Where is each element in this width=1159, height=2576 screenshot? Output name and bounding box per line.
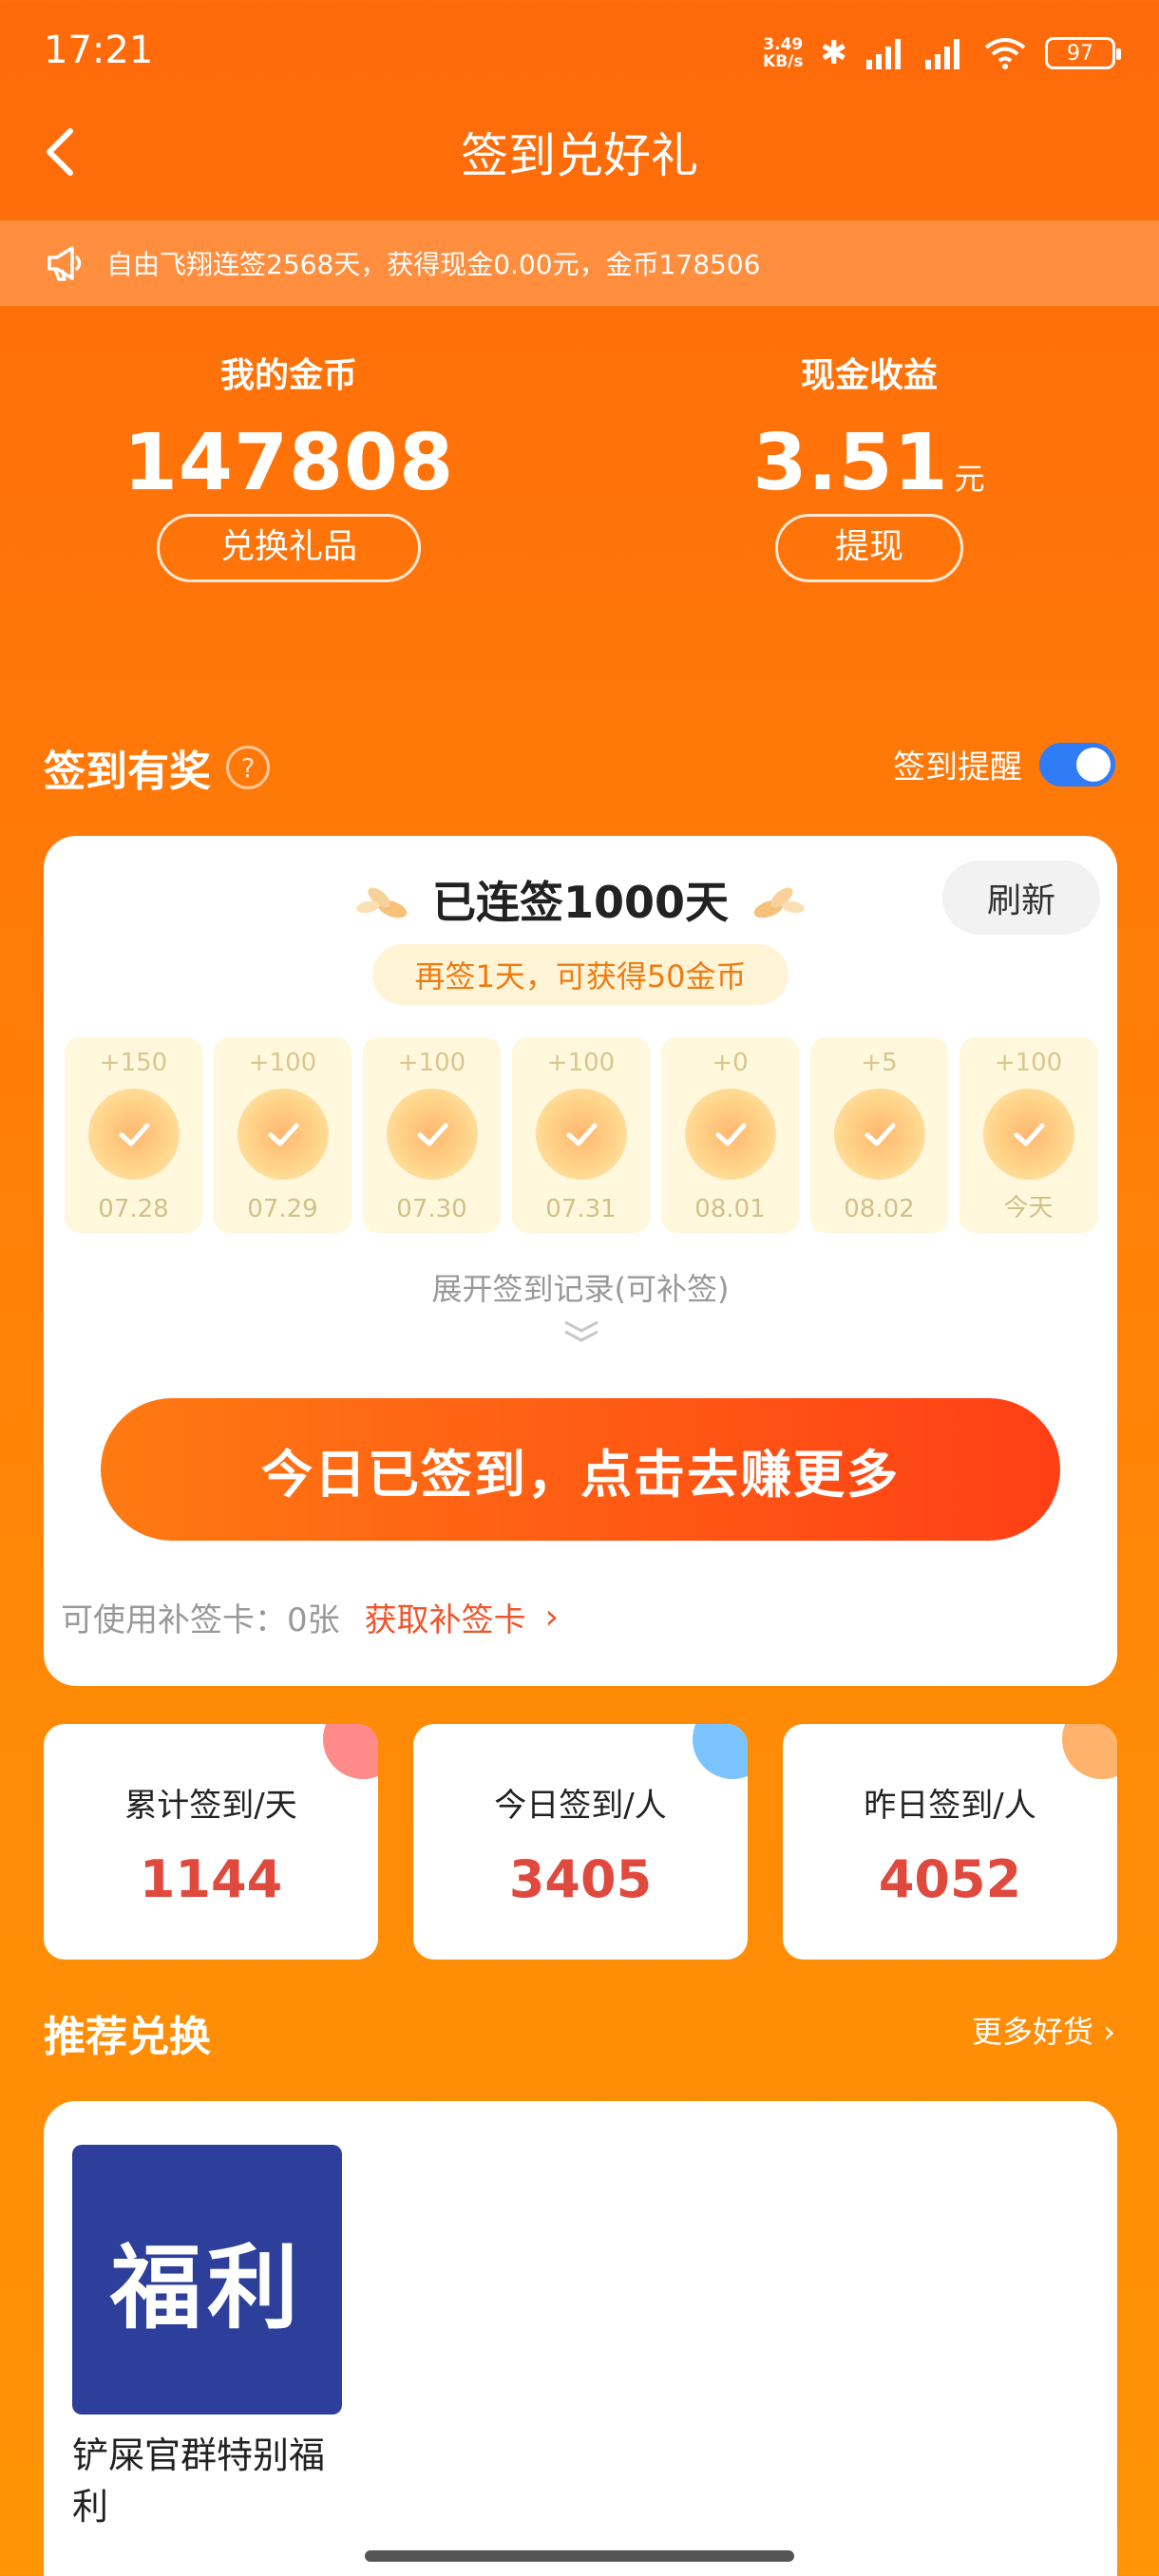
stat-label: 昨日签到/人 bbox=[864, 1787, 1036, 1825]
reminder-label: 签到提醒 bbox=[893, 748, 1022, 786]
battery-icon: 97 bbox=[1045, 37, 1121, 69]
laurel-right-icon bbox=[753, 887, 805, 919]
reminder-toggle[interactable] bbox=[1039, 742, 1115, 786]
day-date: 今天 bbox=[1003, 1194, 1054, 1222]
day-date: 07.28 bbox=[98, 1195, 169, 1223]
cash-value-row: 3.51 元 bbox=[632, 418, 1107, 508]
net-speed: 3.49 KB/s bbox=[763, 36, 803, 70]
corner-decoration bbox=[693, 1724, 748, 1779]
streak-text: 已连签1000天 bbox=[431, 877, 730, 928]
day-date: 07.29 bbox=[247, 1195, 318, 1223]
net-speed-value: 3.49 bbox=[763, 35, 804, 54]
stat-value: 3405 bbox=[508, 1849, 653, 1909]
check-coin-icon bbox=[387, 1089, 478, 1180]
day-date: 08.02 bbox=[844, 1195, 915, 1223]
cash-value: 3.51 bbox=[752, 418, 949, 508]
day-date: 08.01 bbox=[694, 1195, 766, 1223]
corner-decoration bbox=[323, 1724, 378, 1779]
earn-more-button[interactable]: 今日已签到，点击去赚更多 bbox=[101, 1398, 1060, 1541]
check-coin-icon bbox=[88, 1089, 180, 1180]
wifi-icon bbox=[984, 38, 1026, 69]
signal-icon-2 bbox=[925, 39, 960, 69]
check-coin-icon bbox=[983, 1089, 1074, 1180]
day-item[interactable]: +100 07.30 bbox=[363, 1037, 501, 1233]
day-item[interactable]: +5 08.02 bbox=[810, 1037, 948, 1233]
chevron-right-icon[interactable]: › bbox=[545, 1598, 559, 1637]
signin-card: 已连签1000天 刷新 再签1天，可获得50金币 +150 07.28 +100… bbox=[44, 836, 1117, 1686]
cash-unit: 元 bbox=[954, 461, 986, 497]
signin-section-title: 签到有奖 ? bbox=[44, 737, 270, 798]
check-coin-icon bbox=[536, 1089, 627, 1180]
refresh-button[interactable]: 刷新 bbox=[942, 861, 1100, 935]
stat-yesterday-users: 昨日签到/人 4052 bbox=[783, 1724, 1117, 1960]
day-item[interactable]: +100 07.29 bbox=[214, 1037, 352, 1233]
recommend-card: 福利 铲屎官群特别福利 bbox=[44, 2101, 1117, 2576]
laurel-left-icon bbox=[356, 887, 408, 919]
coins-value: 147808 bbox=[123, 418, 455, 508]
withdraw-button[interactable]: 提现 bbox=[775, 514, 963, 582]
stat-label: 今日签到/人 bbox=[494, 1787, 667, 1825]
page-title: 签到兑好礼 bbox=[461, 128, 698, 183]
makeup-card-row: 可使用补签卡：0张 获取补签卡 › bbox=[61, 1594, 559, 1640]
signin-reminder: 签到提醒 bbox=[893, 741, 1115, 787]
notice-text: 自由飞翔连签2568天，获得现金0.00元，金币178506 bbox=[106, 249, 761, 280]
coins-panel: 我的金币 147808 兑换礼品 bbox=[51, 348, 526, 582]
day-points: +100 bbox=[994, 1049, 1063, 1077]
day-points: +100 bbox=[248, 1049, 317, 1077]
stat-value: 1144 bbox=[139, 1849, 283, 1909]
day-item[interactable]: +150 07.28 bbox=[65, 1037, 202, 1233]
signin-title: 签到有奖 bbox=[44, 748, 211, 796]
cash-label: 现金收益 bbox=[800, 356, 938, 395]
coins-label: 我的金币 bbox=[219, 356, 357, 395]
day-points: +0 bbox=[712, 1049, 749, 1077]
day-date: 07.30 bbox=[396, 1195, 467, 1223]
stat-label: 累计签到/天 bbox=[124, 1787, 297, 1825]
double-chevron-down-icon[interactable] bbox=[561, 1316, 601, 1345]
day-points: +100 bbox=[397, 1049, 466, 1077]
stat-value: 4052 bbox=[878, 1849, 1022, 1909]
stat-total-days: 累计签到/天 1144 bbox=[44, 1724, 378, 1960]
day-item[interactable]: +0 08.01 bbox=[661, 1037, 799, 1233]
makeup-card-count: 可使用补签卡：0张 bbox=[61, 1601, 340, 1639]
stat-today-users: 今日签到/人 3405 bbox=[413, 1724, 748, 1960]
day-list: +150 07.28 +100 07.29 +100 07.30 +100 07… bbox=[65, 1037, 1097, 1233]
signal-icon bbox=[866, 39, 901, 69]
day-item[interactable]: +100 07.31 bbox=[512, 1037, 650, 1233]
status-icons: 3.49 KB/s ✱ 97 bbox=[763, 28, 1121, 78]
get-makeup-card-link[interactable]: 获取补签卡 bbox=[365, 1594, 526, 1640]
check-coin-icon bbox=[834, 1089, 925, 1180]
expand-records-link[interactable]: 展开签到记录(可补签) bbox=[44, 1265, 1117, 1309]
home-indicator[interactable] bbox=[365, 2550, 794, 2562]
product-image[interactable]: 福利 bbox=[72, 2145, 342, 2415]
notice-bar: 自由飞翔连签2568天，获得现金0.00元，金币178506 bbox=[0, 220, 1159, 306]
exchange-gift-button[interactable]: 兑换礼品 bbox=[157, 514, 421, 582]
day-points: +150 bbox=[99, 1049, 168, 1077]
status-time: 17:21 bbox=[44, 28, 154, 72]
more-goods-link[interactable]: 更多好货 › bbox=[972, 2008, 1115, 2052]
help-icon[interactable]: ? bbox=[226, 746, 270, 789]
corner-decoration bbox=[1062, 1724, 1117, 1779]
check-coin-icon bbox=[238, 1089, 329, 1180]
net-speed-unit: KB/s bbox=[763, 52, 804, 71]
streak-tip: 再签1天，可获得50金币 bbox=[372, 944, 788, 1005]
day-item[interactable]: +100 今天 bbox=[960, 1037, 1097, 1233]
day-date: 07.31 bbox=[545, 1195, 617, 1223]
day-points: +5 bbox=[861, 1049, 898, 1077]
megaphone-icon bbox=[48, 246, 82, 281]
cash-panel: 现金收益 3.51 元 提现 bbox=[632, 348, 1107, 582]
product-name[interactable]: 铲屎官群特别福利 bbox=[72, 2430, 357, 2532]
day-points: +100 bbox=[546, 1049, 616, 1077]
check-coin-icon bbox=[685, 1089, 776, 1180]
bluetooth-icon: ✱ bbox=[820, 34, 848, 72]
recommend-title: 推荐兑换 bbox=[44, 2013, 211, 2061]
